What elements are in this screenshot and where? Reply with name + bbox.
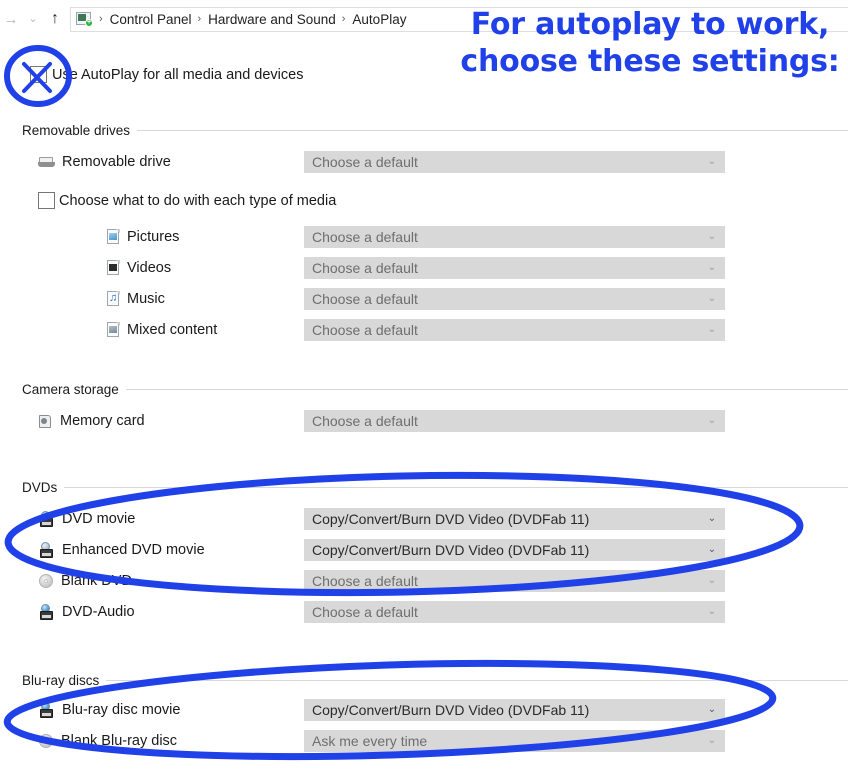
annotation-headline-line2: choose these settings: bbox=[460, 44, 840, 79]
section-title: Blu-ray discs bbox=[22, 672, 100, 688]
dropdown-dvd-movie[interactable]: Copy/Convert/Burn DVD Video (DVDFab 11) … bbox=[304, 508, 725, 530]
section-rule bbox=[125, 388, 848, 390]
breadcrumb-separator: › bbox=[341, 12, 346, 25]
dropdown-mixed-content[interactable]: Choose a default ⌄ bbox=[304, 319, 725, 341]
dropdown-blank-blu-ray-disc[interactable]: Ask me every time ⌄ bbox=[304, 730, 725, 752]
pictures-icon bbox=[107, 229, 120, 245]
use-autoplay-toggle-row[interactable]: Use AutoPlay for all media and devices bbox=[30, 66, 303, 83]
section-rule bbox=[64, 486, 848, 488]
autoplay-settings-page: Use AutoPlay for all media and devices R… bbox=[0, 38, 848, 780]
row-dvd-audio[interactable]: DVD-Audio Choose a default ⌄ bbox=[0, 601, 848, 623]
choose-each-type-checkbox[interactable] bbox=[38, 192, 55, 209]
dvd-drive-icon bbox=[38, 701, 55, 719]
dropdown-blank-dvd[interactable]: Choose a default ⌄ bbox=[304, 570, 725, 592]
row-pictures[interactable]: Pictures Choose a default ⌄ bbox=[0, 226, 848, 248]
control-panel-icon: + bbox=[76, 11, 93, 27]
row-label-dvd-movie: DVD movie bbox=[38, 508, 135, 530]
row-label-mixed-content: Mixed content bbox=[107, 319, 217, 341]
dropdown-dvd-audio[interactable]: Choose a default ⌄ bbox=[304, 601, 725, 623]
music-icon: ♫ bbox=[107, 291, 120, 307]
row-videos[interactable]: Videos Choose a default ⌄ bbox=[0, 257, 848, 279]
dropdown-music[interactable]: Choose a default ⌄ bbox=[304, 288, 725, 310]
row-memory-card[interactable]: Memory card Choose a default ⌄ bbox=[0, 410, 848, 432]
dropdown-enhanced-dvd-movie[interactable]: Copy/Convert/Burn DVD Video (DVDFab 11) … bbox=[304, 539, 725, 561]
chevron-down-icon: ⌄ bbox=[707, 735, 717, 746]
row-enhanced-dvd-movie[interactable]: Enhanced DVD movie Copy/Convert/Burn DVD… bbox=[0, 539, 848, 561]
section-header-camera-storage: Camera storage bbox=[22, 381, 848, 397]
row-label-music: ♫ Music bbox=[107, 291, 165, 307]
row-blu-ray-disc-movie[interactable]: Blu-ray disc movie Copy/Convert/Burn DVD… bbox=[0, 699, 848, 721]
section-title: Camera storage bbox=[22, 381, 119, 397]
dropdown-videos[interactable]: Choose a default ⌄ bbox=[304, 257, 725, 279]
breadcrumb-item-hardware-and-sound[interactable]: Hardware and Sound bbox=[206, 12, 338, 27]
section-header-removable-drives: Removable drives bbox=[22, 122, 848, 138]
dropdown-pictures[interactable]: Choose a default ⌄ bbox=[304, 226, 725, 248]
forward-button[interactable]: → bbox=[0, 4, 22, 34]
section-header-dvds: DVDs bbox=[22, 479, 848, 495]
section-rule bbox=[137, 129, 848, 131]
recent-locations-button[interactable]: ⌄ bbox=[22, 4, 44, 34]
breadcrumb-separator: › bbox=[99, 12, 103, 25]
chevron-down-icon: ⌄ bbox=[707, 606, 717, 617]
mixed-content-icon bbox=[107, 322, 120, 338]
choose-each-type-label: Choose what to do with each type of medi… bbox=[59, 192, 337, 209]
choose-each-type-row[interactable]: Choose what to do with each type of medi… bbox=[38, 192, 336, 209]
removable-drive-icon bbox=[38, 156, 55, 168]
dropdown-blu-ray-disc-movie[interactable]: Copy/Convert/Burn DVD Video (DVDFab 11) … bbox=[304, 699, 725, 721]
row-label-dvd-audio: DVD-Audio bbox=[38, 601, 135, 623]
chevron-down-icon: ⌄ bbox=[707, 704, 717, 715]
section-rule bbox=[106, 679, 848, 681]
row-blank-blu-ray-disc[interactable]: Blank Blu-ray disc Ask me every time ⌄ bbox=[0, 730, 848, 752]
row-label-enhanced-dvd-movie: Enhanced DVD movie bbox=[38, 539, 205, 561]
chevron-down-icon: ⌄ bbox=[707, 415, 717, 426]
row-label-blank-dvd: Blank DVD bbox=[38, 570, 132, 592]
videos-icon bbox=[107, 260, 120, 276]
chevron-down-icon: ⌄ bbox=[707, 544, 717, 555]
chevron-down-icon: ⌄ bbox=[707, 324, 717, 335]
dvd-drive-icon bbox=[38, 510, 55, 528]
row-removable-drive[interactable]: Removable drive Choose a default ⌄ bbox=[0, 151, 848, 173]
chevron-down-icon: ⌄ bbox=[707, 231, 717, 242]
memory-card-icon bbox=[38, 414, 53, 429]
row-mixed-content[interactable]: Mixed content Choose a default ⌄ bbox=[0, 319, 848, 341]
row-label-memory-card: Memory card bbox=[38, 410, 145, 432]
breadcrumb-item-control-panel[interactable]: Control Panel bbox=[108, 12, 194, 27]
row-label-removable-drive: Removable drive bbox=[38, 151, 171, 173]
up-one-level-button[interactable]: ↑ bbox=[44, 4, 66, 34]
row-dvd-movie[interactable]: DVD movie Copy/Convert/Burn DVD Video (D… bbox=[0, 508, 848, 530]
row-label-videos: Videos bbox=[107, 257, 171, 279]
use-autoplay-label: Use AutoPlay for all media and devices bbox=[52, 66, 304, 83]
dropdown-memory-card[interactable]: Choose a default ⌄ bbox=[304, 410, 725, 432]
blank-disc-icon bbox=[38, 733, 54, 749]
chevron-down-icon: ⌄ bbox=[707, 575, 717, 586]
breadcrumb-item-autoplay[interactable]: AutoPlay bbox=[350, 12, 408, 27]
blank-disc-icon bbox=[38, 573, 54, 589]
section-title: Removable drives bbox=[22, 122, 131, 138]
section-title: DVDs bbox=[22, 479, 58, 495]
dvd-drive-icon bbox=[38, 603, 55, 621]
annotation-headline: For autoplay to work, choose these setti… bbox=[455, 6, 845, 80]
use-autoplay-checkbox[interactable] bbox=[30, 66, 47, 83]
row-label-pictures: Pictures bbox=[107, 226, 179, 248]
row-label-blu-ray-disc-movie: Blu-ray disc movie bbox=[38, 699, 180, 721]
row-music[interactable]: ♫ Music Choose a default ⌄ bbox=[0, 288, 848, 310]
dropdown-removable-drive[interactable]: Choose a default ⌄ bbox=[304, 151, 725, 173]
chevron-down-icon: ⌄ bbox=[707, 293, 717, 304]
enhanced-dvd-drive-icon bbox=[38, 541, 55, 559]
row-label-blank-blu-ray-disc: Blank Blu-ray disc bbox=[38, 730, 177, 752]
chevron-down-icon: ⌄ bbox=[707, 156, 717, 167]
chevron-down-icon: ⌄ bbox=[707, 513, 717, 524]
section-header-blu-ray-discs: Blu-ray discs bbox=[22, 672, 848, 688]
chevron-down-icon: ⌄ bbox=[707, 262, 717, 273]
row-blank-dvd[interactable]: Blank DVD Choose a default ⌄ bbox=[0, 570, 848, 592]
breadcrumb-separator: › bbox=[197, 12, 202, 25]
annotation-headline-line1: For autoplay to work, bbox=[470, 7, 830, 42]
